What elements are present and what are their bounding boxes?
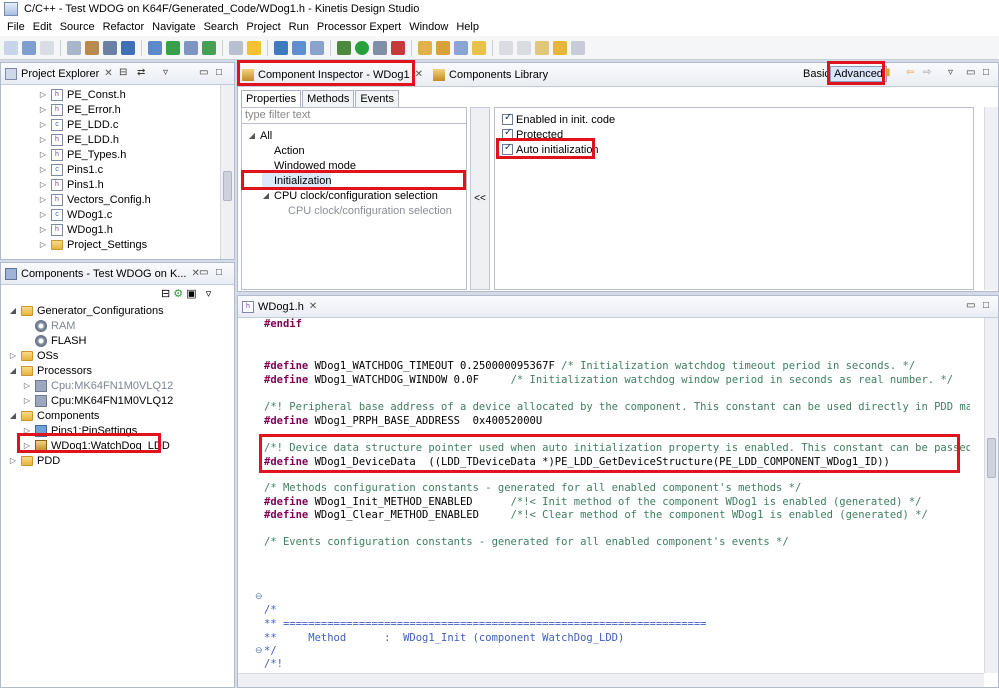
code-comment: /*! Peripheral base address of a device … [264,401,970,413]
code-text: WDog1_Init_METHOD_ENABLED [308,496,511,508]
code-line: /* Methods configuration constants - gen… [264,482,801,494]
code-doc-comment: /*! [264,658,283,670]
highlight-inspector-tab [237,60,415,86]
code-line: ** =====================================… [264,618,707,630]
code-keyword: #define [264,415,309,427]
code-comment: /*!< Init method of the component WDog1 … [510,496,922,508]
editor-scrollbar-v[interactable] [984,318,998,673]
code-line: #define WDog1_WATCHDOG_TIMEOUT 0.2500000… [264,360,915,372]
code-doc-comment: ** Method : WDog1_Init (component WatchD… [264,632,625,644]
code-line: /*! Peripheral base address of a device … [264,401,970,413]
code-line: #define WDog1_Clear_METHOD_ENABLED /*!< … [264,509,928,521]
highlight-devicedata [259,434,960,473]
code-text: WDog1_WATCHDOG_WINDOW 0.0F [308,374,511,386]
code-keyword: #define [264,374,309,386]
code-comment: /* Events configuration constants - gene… [264,536,789,548]
fold-toggle-icon[interactable]: ⊖ [255,645,263,656]
code-keyword: #define [264,360,309,372]
code-comment: /* Initialization watchdog timeout perio… [561,360,916,372]
maximize-icon[interactable]: □ [983,300,989,311]
code-comment: /* Methods configuration constants - gen… [264,482,802,494]
code-area[interactable]: #endif #define WDog1_WATCHDOG_TIMEOUT 0.2… [0,0,970,676]
code-keyword: #endif [264,318,302,330]
code-comment: /* Initialization watchdog window period… [510,374,954,386]
highlight-auto-init [496,138,595,159]
highlight-wdog-component [17,433,161,453]
code-doc-comment: */ [264,645,277,657]
code-line: #define WDog1_Init_METHOD_ENABLED /*!< I… [264,496,921,508]
code-line: #endif [264,318,302,330]
code-line: /* Events configuration constants - gene… [264,536,789,548]
code-doc-comment: ** =====================================… [264,618,707,630]
code-line: #define WDog1_WATCHDOG_WINDOW 0.0F /* In… [264,374,953,386]
code-line: */ [264,645,277,657]
code-line: /* [264,604,277,616]
highlight-initialization [241,170,466,190]
highlight-advanced [827,61,885,85]
code-line: #define WDog1_PRPH_BASE_ADDRESS 0x400520… [264,415,542,427]
code-keyword: #define [264,496,309,508]
code-comment: /*!< Clear method of the component WDog1… [510,509,928,521]
fold-toggle-icon[interactable]: ⊖ [255,591,263,602]
code-line: ** Method : WDog1_Init (component WatchD… [264,632,624,644]
code-doc-comment: /* [264,604,277,616]
scroll-thumb[interactable] [987,438,996,478]
maximize-icon[interactable]: □ [983,67,989,78]
inspector-scrollbar[interactable] [984,107,998,290]
code-keyword: #define [264,509,309,521]
code-text: WDog1_Clear_METHOD_ENABLED [308,509,511,521]
code-text: WDog1_PRPH_BASE_ADDRESS 0x40052000U [308,415,543,427]
code-line: /*! [264,658,283,670]
code-text: WDog1_WATCHDOG_TIMEOUT 0.250000095367F [308,360,562,372]
ide-window: C/C++ - Test WDOG on K64F/Generated_Code… [0,0,999,688]
